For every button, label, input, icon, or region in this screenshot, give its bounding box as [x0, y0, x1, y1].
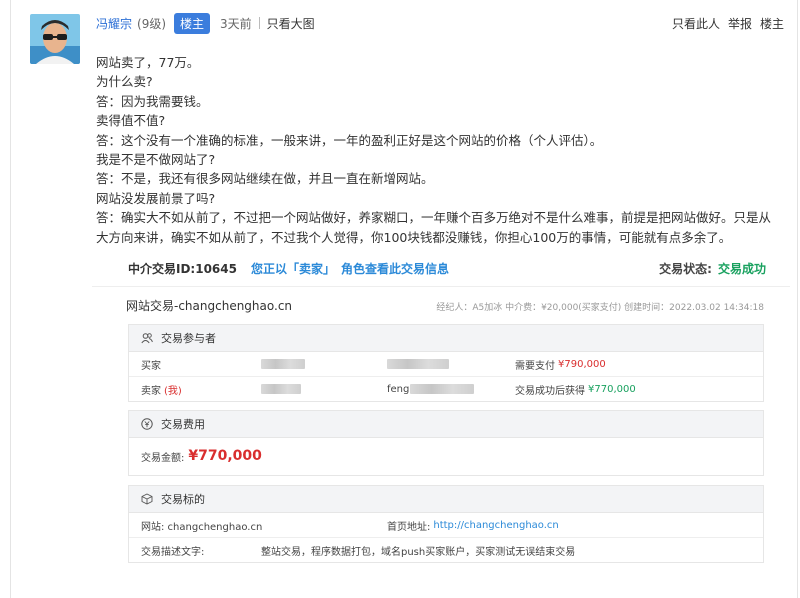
receive-value: ¥770,000	[588, 383, 636, 395]
post-line: 答：这个没有一个准确的标准，一般来讲，一年的盈利正好是这个网站的价格（个人评估）…	[96, 132, 603, 148]
need-pay-label: 需要支付	[515, 360, 555, 372]
box-icon	[141, 493, 153, 505]
receive-label: 交易成功后获得	[515, 385, 585, 397]
user-level: (9级)	[137, 16, 167, 31]
post-header: 冯耀宗 (9级) 楼主 3天前 只看大图 只看此人 举报 楼主	[96, 12, 784, 34]
seller-row: 卖家 (我) feng 交易成功后获得 ¥770,000	[129, 377, 763, 401]
trade-role: 您正以「卖家」	[250, 261, 335, 276]
trade-meta: 经纪人：A5加冰 中介费：¥20,000(买家支付) 创建时间：2022.03.…	[436, 303, 764, 313]
divider	[92, 286, 790, 287]
redacted-blur	[387, 359, 449, 369]
redacted-blur	[261, 384, 301, 394]
buyer-contact-cell	[387, 352, 509, 376]
trade-state-label: 交易状态:	[659, 261, 712, 276]
seller-me-tag: (我)	[164, 385, 182, 397]
fees-title-bar: 交易费用	[129, 411, 763, 438]
seller-name-cell	[261, 377, 387, 401]
fees-title: 交易费用	[161, 418, 205, 431]
floor-owner-link[interactable]: 楼主	[760, 15, 784, 32]
subject-site-row: 网站: changchenghao.cn 首页地址: http://changc…	[129, 513, 763, 538]
subject-title: 交易标的	[161, 493, 205, 506]
participants-title-bar: 交易参与者	[129, 325, 763, 352]
post-line: 大方向来讲，确实不如从前了，不过我个人觉得，你100块钱都没赚钱，你担心100万…	[96, 229, 732, 245]
avatar[interactable]	[30, 14, 80, 64]
post-line: 我是不是不做网站了?	[96, 152, 216, 168]
coin-icon	[141, 418, 153, 430]
subject-site: 网站: changchenghao.cn	[141, 521, 263, 533]
seller-label: 卖家	[141, 385, 161, 397]
trade-screenshot[interactable]: 中介交易ID:10645 您正以「卖家」 角色查看此交易信息 交易状态: 交易成…	[92, 248, 790, 598]
post-line: 网站没发展前景了吗?	[96, 190, 216, 206]
subject-desc-value: 整站交易，程序数据打包，域名push买家账户，买家测试无误结束交易	[261, 546, 576, 558]
post-line: 卖得值不值?	[96, 113, 166, 129]
fees-amount-label: 交易金额:	[141, 452, 185, 464]
op-badge: 楼主	[174, 12, 211, 34]
only-this-user-link[interactable]: 只看此人	[672, 15, 720, 32]
need-pay-value: ¥790,000	[558, 358, 606, 370]
subject-home-cell: 首页地址: http://changchenghao.cn	[387, 513, 559, 537]
post-line: 为什么卖?	[96, 74, 153, 90]
buyer-label: 买家	[141, 360, 161, 372]
avatar-image	[30, 14, 80, 64]
seller-label-cell: 卖家 (我)	[129, 377, 261, 401]
participants-panel: 交易参与者 买家 需要支付 ¥790,000 卖家 (我) feng 交易成功后…	[128, 324, 764, 402]
right-border	[797, 0, 798, 598]
post-line: 答：确实大不如从前了，不过把一个网站做好，养家糊口，一年赚个百多万绝对不是什么难…	[96, 210, 772, 226]
username-link[interactable]: 冯耀宗	[96, 15, 132, 32]
seller-contact-cell: feng	[387, 377, 509, 401]
buyer-row: 买家 需要支付 ¥790,000	[129, 352, 763, 377]
post-line: 答：因为我需要钱。	[96, 93, 209, 109]
trade-state-value: 交易成功	[717, 261, 766, 276]
subject-title-bar: 交易标的	[129, 486, 763, 513]
report-link[interactable]: 举报	[728, 15, 752, 32]
fees-amount-row: 交易金额: ¥770,000	[129, 438, 763, 474]
fees-amount-value: ¥770,000	[188, 448, 262, 464]
left-border	[10, 0, 11, 598]
subject-desc-label: 交易描述文字:	[141, 546, 205, 558]
seller-contact-prefix: feng	[387, 383, 410, 395]
post-time: 3天前	[220, 16, 252, 31]
post-line: 网站卖了，77万。	[96, 55, 200, 70]
header-actions: 只看此人 举报 楼主	[672, 15, 784, 32]
trade-id: 中介交易ID:10645	[128, 261, 237, 276]
need-pay-cell: 需要支付 ¥790,000	[509, 352, 606, 376]
subject-panel: 交易标的 网站: changchenghao.cn 首页地址: http://c…	[128, 485, 764, 563]
buyer-name-cell	[261, 352, 387, 376]
subject-desc-row: 交易描述文字: 整站交易，程序数据打包，域名push买家账户，买家测试无误结束交…	[129, 538, 763, 562]
users-icon	[141, 333, 153, 344]
redacted-blur	[261, 359, 305, 369]
divider	[258, 17, 260, 29]
subject-home-label: 首页地址:	[387, 521, 431, 533]
participants-title: 交易参与者	[161, 332, 216, 345]
post-body: 网站卖了，77万。 为什么卖? 答：因为我需要钱。 卖得值不值? 答：这个没有一…	[96, 53, 786, 247]
subject-home-link[interactable]: http://changchenghao.cn	[433, 520, 558, 531]
post-line: 答：不是，我还有很多网站继续在做，并且一直在新增网站。	[96, 171, 434, 187]
view-large-images-link[interactable]: 只看大图	[267, 15, 315, 32]
fees-panel: 交易费用 交易金额: ¥770,000	[128, 410, 764, 476]
trade-site-title: 网站交易-changchenghao.cn	[126, 299, 293, 313]
receive-cell: 交易成功后获得 ¥770,000	[509, 377, 636, 401]
trade-role-suffix: 角色查看此交易信息	[341, 261, 450, 276]
redacted-blur	[410, 384, 475, 394]
trade-header: 中介交易ID:10645 您正以「卖家」 角色查看此交易信息 交易状态: 交易成…	[128, 258, 766, 278]
